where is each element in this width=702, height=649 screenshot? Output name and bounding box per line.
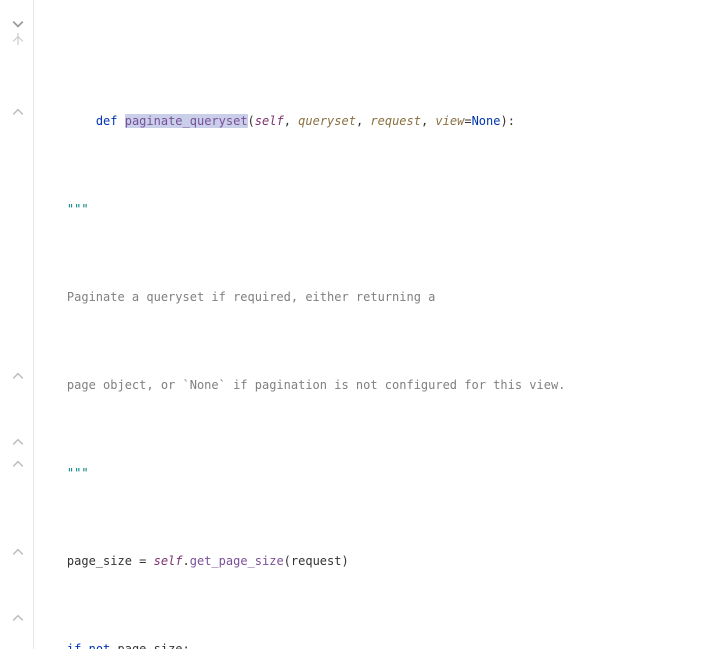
fold-end-icon[interactable] bbox=[12, 458, 24, 470]
code-line[interactable]: """ bbox=[34, 462, 702, 484]
fold-end-icon[interactable] bbox=[12, 436, 24, 448]
fold-icon[interactable] bbox=[12, 18, 24, 30]
fold-end-icon[interactable] bbox=[12, 106, 24, 118]
param: queryset bbox=[298, 114, 356, 128]
gutter bbox=[0, 0, 34, 649]
docstring: """ bbox=[67, 466, 89, 480]
code-line[interactable]: """ bbox=[34, 198, 702, 220]
paren: ( bbox=[248, 114, 255, 128]
fold-end-icon[interactable] bbox=[12, 546, 24, 558]
doc-text: page object, or `None` if pagination is … bbox=[67, 378, 566, 392]
fold-end-icon[interactable] bbox=[12, 370, 24, 382]
docstring: """ bbox=[67, 202, 89, 216]
fn-name: paginate_queryset bbox=[125, 114, 248, 128]
fold-end-icon[interactable] bbox=[12, 612, 24, 624]
kw-def: def bbox=[96, 114, 125, 128]
code-line[interactable]: page object, or `None` if pagination is … bbox=[34, 374, 702, 396]
none: None bbox=[472, 114, 501, 128]
fold-mid-icon[interactable] bbox=[12, 33, 24, 45]
param: request bbox=[370, 114, 421, 128]
param-self: self bbox=[255, 114, 284, 128]
code-line[interactable]: Paginate a queryset if required, either … bbox=[34, 286, 702, 308]
code-line[interactable]: page_size = self.get_page_size(request) bbox=[34, 550, 702, 572]
param: view bbox=[435, 114, 464, 128]
code-line[interactable]: def paginate_queryset(self, queryset, re… bbox=[34, 88, 702, 110]
code-area[interactable]: def paginate_queryset(self, queryset, re… bbox=[34, 0, 702, 649]
code-line[interactable]: if not page_size: bbox=[34, 638, 702, 649]
doc-text: Paginate a queryset if required, either … bbox=[67, 290, 435, 304]
editor-root: def paginate_queryset(self, queryset, re… bbox=[0, 0, 702, 649]
